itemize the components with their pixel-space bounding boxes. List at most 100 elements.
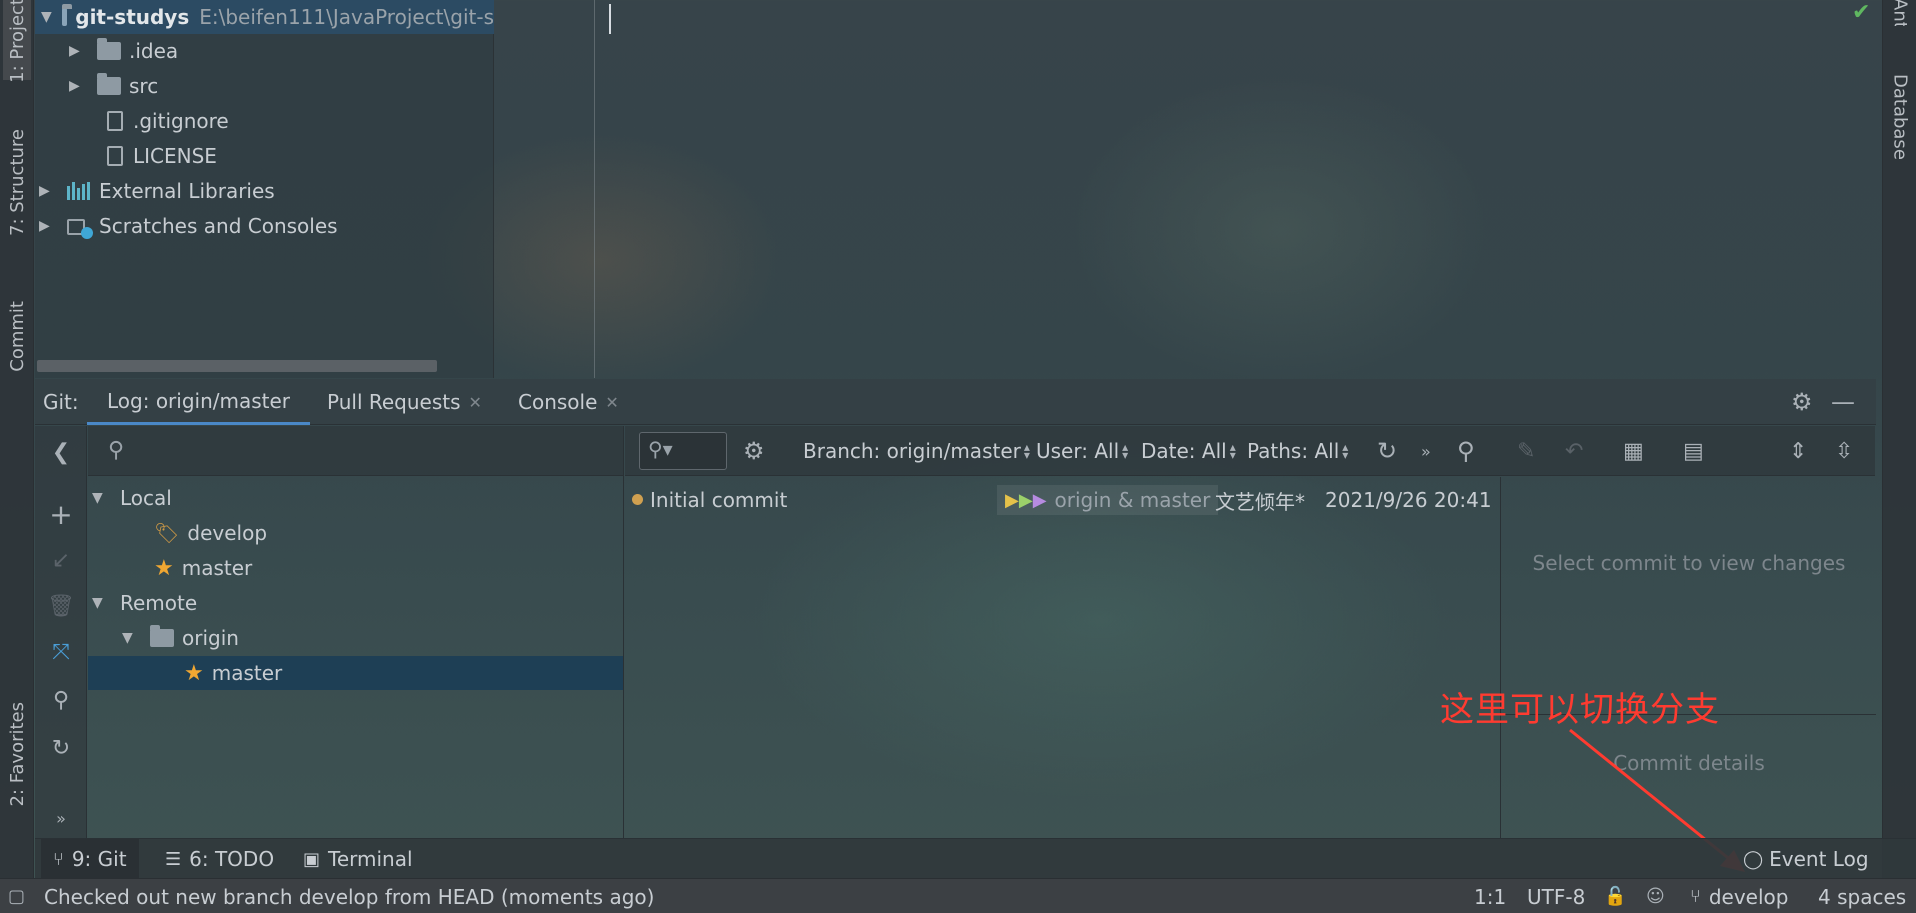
side-tab-commit[interactable]: Commit: [3, 286, 31, 386]
editor-area[interactable]: [495, 0, 1876, 378]
tree-item-idea[interactable]: ▶ .idea: [69, 34, 178, 68]
status-bar: ▢ Checked out new branch develop from HE…: [0, 878, 1916, 913]
branch-item-label: master: [211, 661, 283, 685]
collapse-all-icon[interactable]: ⇳: [1835, 426, 1853, 476]
date-filter[interactable]: Date: All ▴ ▾: [1141, 426, 1236, 476]
editor-gutter: [495, 0, 595, 378]
commit-row[interactable]: Initial commit ▶▶▶ origin & master 文艺倾年*…: [625, 483, 1500, 517]
tree-item-external-libraries[interactable]: ▶ External Libraries: [39, 174, 275, 208]
sort-icon: ▴ ▾: [1229, 440, 1236, 462]
project-root-row[interactable]: ▼ git-studys E:\beifen111\JavaProject\gi…: [35, 0, 494, 34]
file-encoding[interactable]: UTF-8: [1527, 879, 1585, 913]
bottom-tab-todo-label: 6: TODO: [189, 847, 275, 871]
revert-icon[interactable]: ↶: [1565, 426, 1583, 476]
branch-group-remote[interactable]: ▼ Remote: [92, 586, 197, 620]
tab-pull-requests-label: Pull Requests: [327, 390, 461, 414]
unlock-icon[interactable]: 🔓: [1604, 879, 1626, 913]
expand-right-icon[interactable]: ▶: [39, 183, 57, 199]
expand-down-icon[interactable]: ▼: [92, 595, 110, 611]
tree-item-label: src: [129, 74, 159, 98]
star-icon: ★: [154, 555, 174, 581]
add-icon[interactable]: +: [35, 496, 87, 532]
user-filter-label: User: All: [1036, 439, 1120, 463]
branch-item-origin-master[interactable]: ★ master: [88, 656, 623, 690]
tree-item-label: External Libraries: [99, 179, 275, 203]
close-icon[interactable]: ✕: [469, 393, 482, 412]
expand-down-icon[interactable]: ▼: [92, 490, 110, 506]
tree-item-src[interactable]: ▶ src: [69, 69, 158, 103]
commit-date: 2021/9/26 20:41: [1325, 488, 1492, 512]
tree-item-label: .idea: [129, 39, 179, 63]
date-filter-label: Date: All: [1141, 439, 1227, 463]
layout-grid-icon[interactable]: ▦: [1623, 426, 1644, 476]
fetch-refresh-icon[interactable]: ↻: [35, 730, 87, 766]
bottom-tab-terminal[interactable]: ▣ Terminal: [291, 839, 425, 879]
expand-down-icon[interactable]: ▼: [41, 9, 52, 25]
close-icon[interactable]: ✕: [605, 393, 618, 412]
branch-filter[interactable]: Branch: origin/master ▴ ▾: [803, 426, 1030, 476]
ref-names: origin & master: [1054, 488, 1211, 512]
paths-filter[interactable]: Paths: All ▴ ▾: [1247, 426, 1348, 476]
tree-item-gitignore[interactable]: .gitignore: [107, 104, 229, 138]
bottom-tab-todo[interactable]: ☰ 6: TODO: [153, 839, 286, 879]
inspector-icon[interactable]: ☺: [1646, 879, 1665, 913]
user-filter[interactable]: User: All ▴ ▾: [1036, 426, 1128, 476]
tab-log[interactable]: Log: origin/master: [87, 379, 311, 425]
side-tab-ant-label: Ant: [1889, 0, 1911, 26]
horizontal-scrollbar[interactable]: [37, 360, 437, 372]
refresh-icon[interactable]: ↻: [1377, 426, 1397, 476]
cherry-pick-icon[interactable]: ✎: [1517, 426, 1535, 476]
side-tab-favorites[interactable]: 2: Favorites: [3, 684, 31, 824]
search-icon[interactable]: ⚲: [1457, 426, 1475, 476]
branch-group-local[interactable]: ▼ Local: [92, 481, 172, 515]
expand-right-icon[interactable]: ▶: [69, 43, 87, 59]
branch-item-master[interactable]: ★ master: [154, 551, 252, 585]
delete-icon[interactable]: 🗑: [35, 588, 87, 624]
log-settings-gear-icon[interactable]: ⚙: [743, 426, 765, 476]
log-search-input[interactable]: ⚲▾: [639, 432, 727, 470]
sort-icon: ▴ ▾: [1342, 440, 1349, 462]
tab-pull-requests[interactable]: Pull Requests ✕: [327, 379, 482, 425]
side-tab-database-label: Database: [1889, 74, 1911, 160]
gear-icon[interactable]: ⚙: [1791, 379, 1813, 425]
left-tool-strip: 1: Project 7: Structure Commit 2: Favori…: [0, 0, 34, 878]
expand-right-icon[interactable]: ▶: [39, 218, 57, 234]
project-root-name: git-studys: [75, 5, 190, 29]
expand-all-icon[interactable]: ⇕: [1789, 426, 1807, 476]
more-icon[interactable]: »: [1421, 426, 1431, 476]
commit-author: 文艺倾年*: [1215, 489, 1305, 514]
bottom-tab-git[interactable]: ⑂ 9: Git: [41, 839, 139, 879]
tab-console[interactable]: Console ✕: [518, 379, 619, 425]
side-tab-structure[interactable]: 7: Structure: [3, 112, 31, 252]
side-tab-database[interactable]: Database: [1886, 52, 1914, 182]
expand-right-icon[interactable]: ▶: [69, 78, 87, 94]
compare-icon[interactable]: ⤧: [35, 634, 87, 670]
right-tool-strip: Ant Database: [1882, 0, 1916, 878]
text-file-icon: [107, 146, 123, 166]
tab-console-label: Console: [518, 390, 598, 414]
update-arrow-icon[interactable]: ↙: [35, 542, 87, 578]
git-branch-widget[interactable]: ⑂ develop: [1690, 879, 1788, 913]
remote-origin-row[interactable]: ▼ origin: [122, 621, 239, 655]
status-message[interactable]: Checked out new branch develop from HEAD…: [44, 879, 654, 913]
ref-tags-icon: ▶▶▶: [1005, 489, 1047, 511]
indent-setting[interactable]: 4 spaces: [1818, 879, 1906, 913]
side-tab-favorites-label: 2: Favorites: [6, 701, 28, 807]
minimize-icon[interactable]: —: [1831, 379, 1855, 425]
caret-position[interactable]: 1:1: [1474, 879, 1506, 913]
side-tab-project[interactable]: 1: Project: [3, 0, 31, 82]
tree-item-scratches[interactable]: ▶ Scratches and Consoles: [39, 209, 338, 243]
preview-layout-icon[interactable]: ▤: [1683, 426, 1704, 476]
more-icon[interactable]: »: [35, 800, 87, 836]
branch-item-develop[interactable]: 🏷 develop: [154, 516, 267, 550]
side-tab-ant[interactable]: Ant: [1886, 0, 1914, 26]
back-arrow-icon[interactable]: ❮: [35, 434, 87, 470]
toggle-tool-windows-icon[interactable]: ▢: [8, 879, 25, 913]
event-log-button[interactable]: ◯ Event Log: [1731, 839, 1881, 879]
search-icon[interactable]: ⚲: [35, 682, 87, 718]
bottom-tab-terminal-label: Terminal: [328, 847, 413, 871]
branch-group-remote-label: Remote: [120, 591, 198, 615]
side-tab-structure-label: 7: Structure: [6, 128, 28, 236]
tree-item-license[interactable]: LICENSE: [107, 139, 217, 173]
expand-down-icon[interactable]: ▼: [122, 630, 140, 646]
